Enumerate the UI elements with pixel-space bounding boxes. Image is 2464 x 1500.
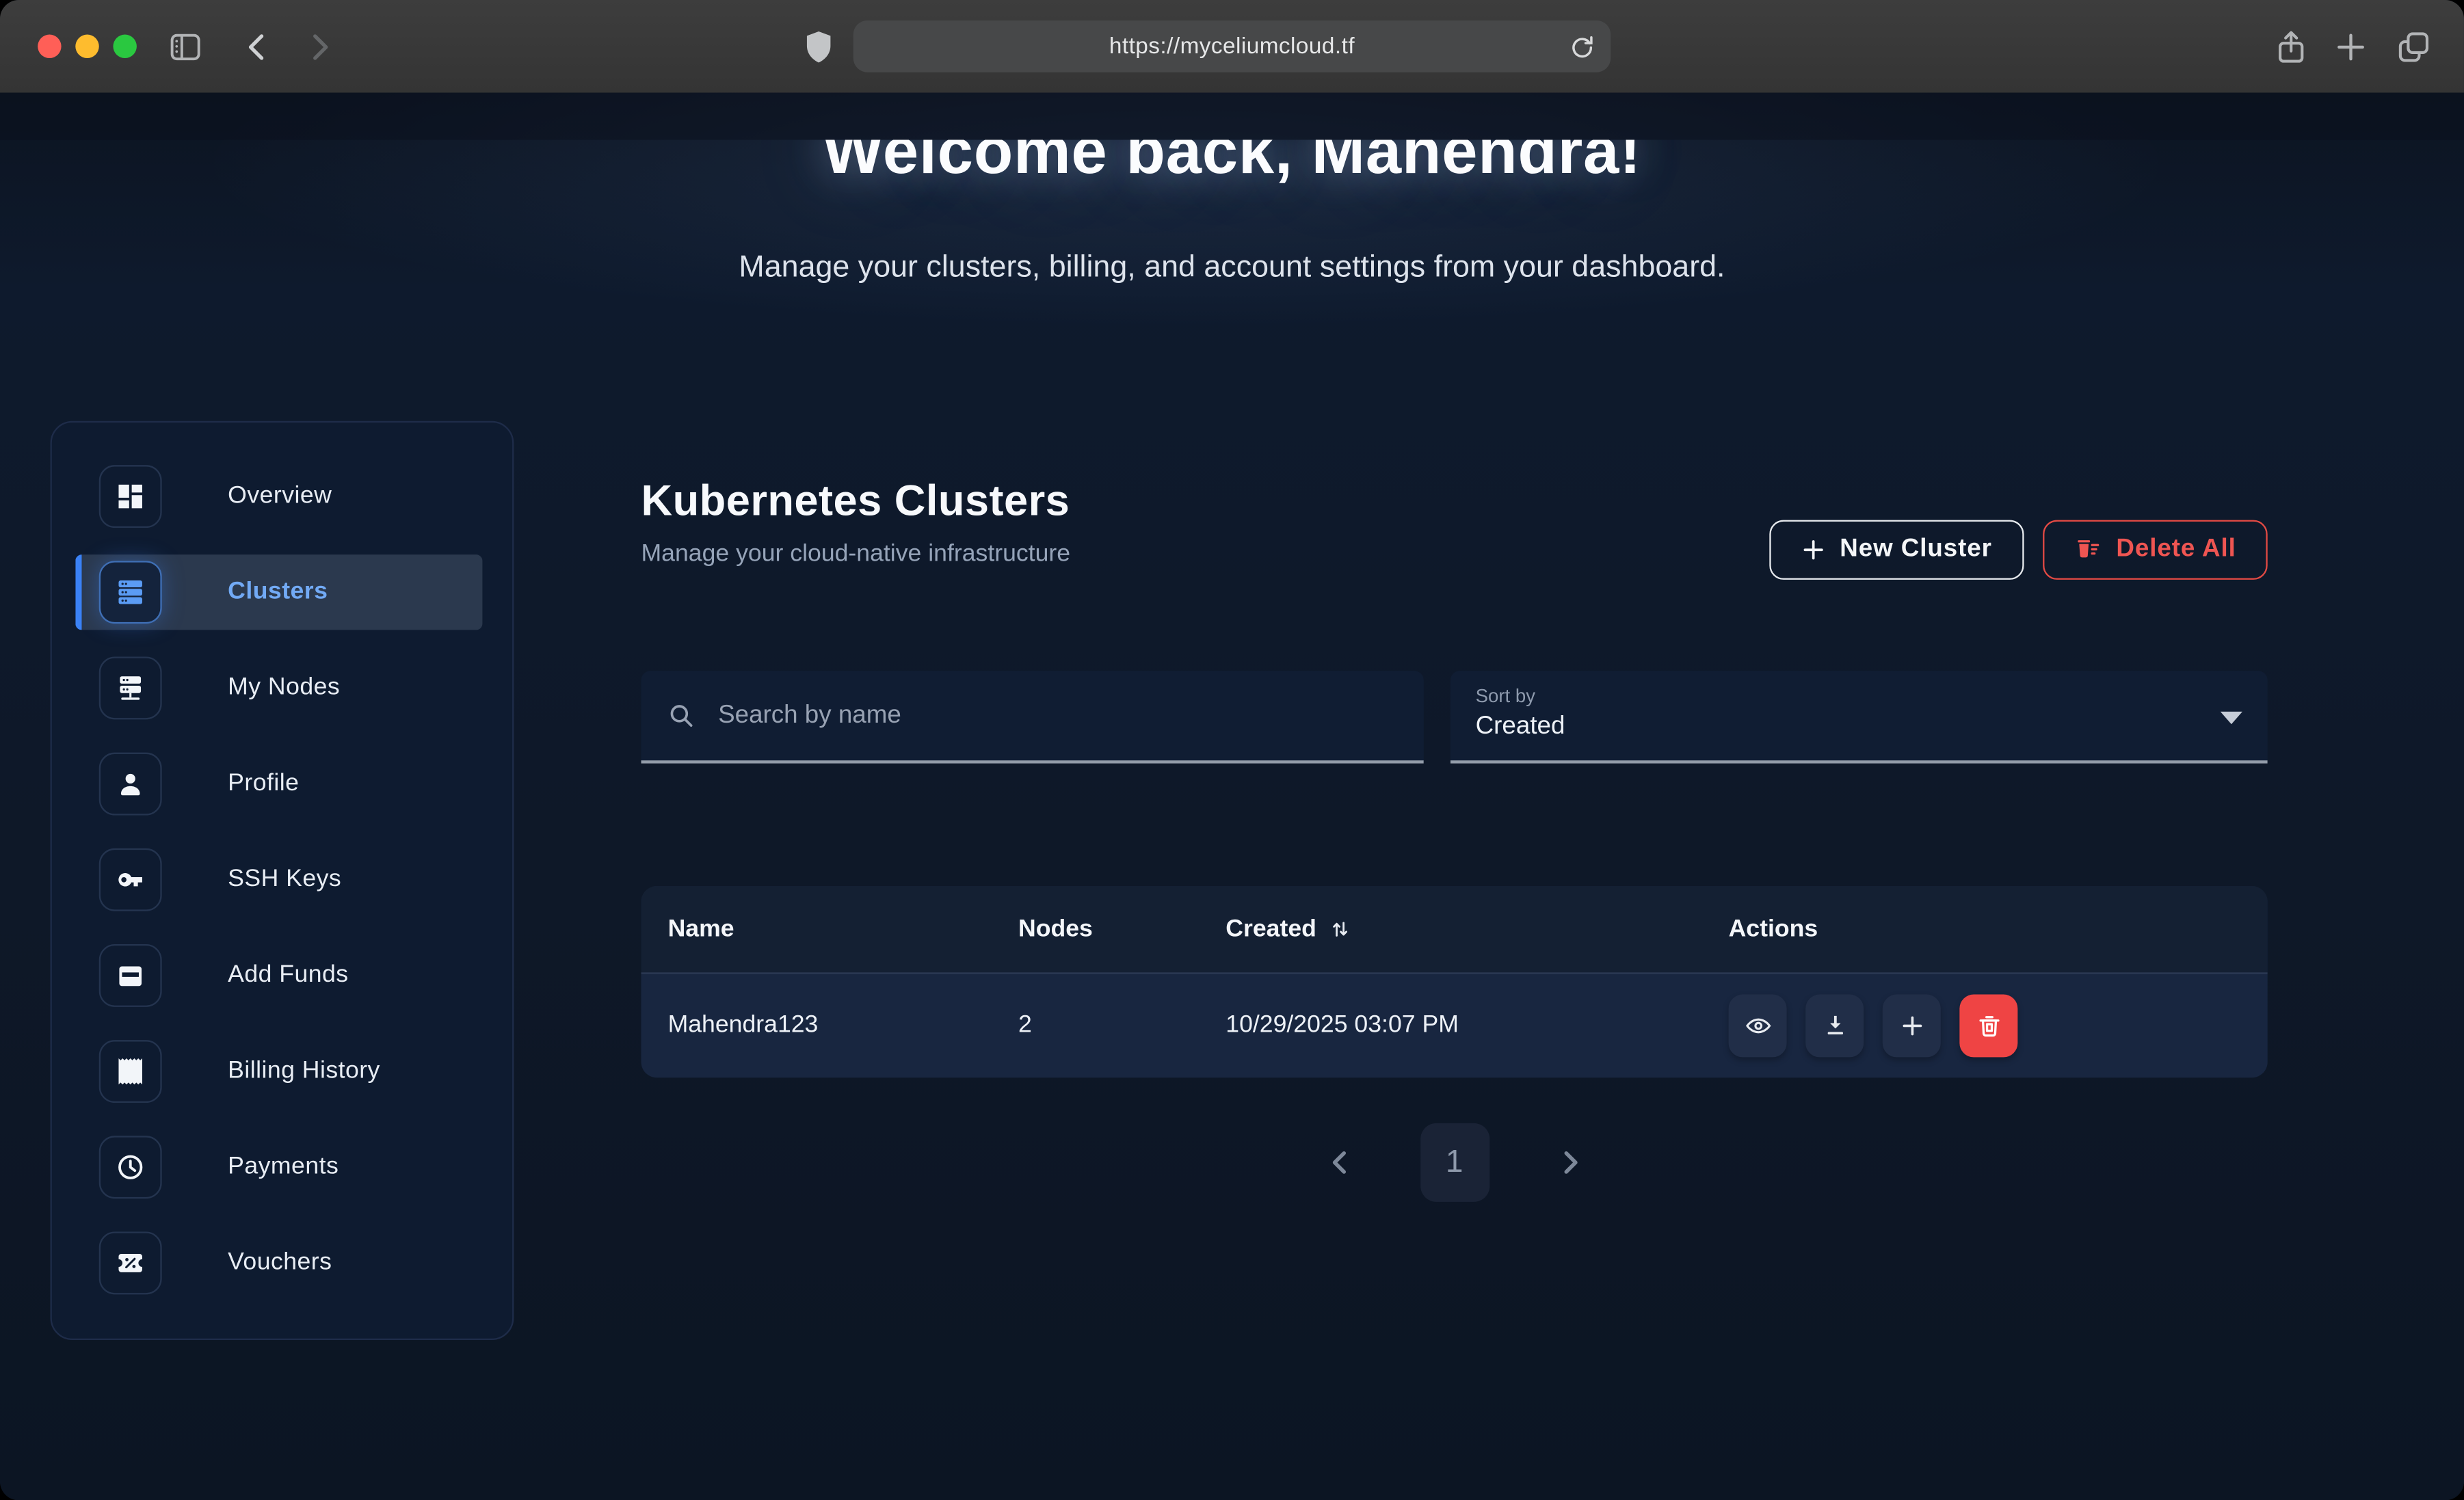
server-stack-icon xyxy=(99,561,162,624)
sidebar-item-label: My Nodes xyxy=(228,674,340,702)
page-number-button[interactable]: 1 xyxy=(1420,1123,1489,1202)
sidebar-nav: Overview Clusters xyxy=(51,421,514,1340)
sidebar-item-label: Clusters xyxy=(228,578,328,606)
back-icon[interactable] xyxy=(237,27,278,68)
download-kubeconfig-button[interactable] xyxy=(1805,995,1864,1058)
sidebar-item-label: Profile xyxy=(228,770,299,798)
column-header-created[interactable]: Created xyxy=(1226,915,1728,943)
sort-updown-icon xyxy=(1327,918,1351,941)
search-input[interactable] xyxy=(715,700,1399,732)
delete-sweep-icon xyxy=(2074,536,2102,564)
sidebar-item-label: Billing History xyxy=(228,1057,380,1085)
page-title: Kubernetes Clusters xyxy=(641,476,2268,526)
app: https://myceliumcloud.tf xyxy=(0,0,2464,1500)
new-cluster-button[interactable]: New Cluster xyxy=(1769,520,2024,580)
download-icon xyxy=(1820,1012,1849,1040)
header-actions: New Cluster Delete All xyxy=(1769,520,2268,580)
privacy-shield-icon[interactable] xyxy=(798,27,839,68)
add-node-button[interactable] xyxy=(1883,995,1941,1058)
traffic-lights xyxy=(38,35,137,58)
sidebar-item-label: Vouchers xyxy=(228,1249,332,1277)
forward-icon[interactable] xyxy=(299,27,340,68)
chevron-left-icon xyxy=(1323,1145,1357,1180)
welcome-heading: Welcome back, Mahendra! xyxy=(0,140,2464,189)
sidebar-item-label: Add Funds xyxy=(228,961,348,989)
new-cluster-label: New Cluster xyxy=(1840,536,1992,564)
clock-icon xyxy=(99,1136,162,1198)
table-header: Name Nodes Created Actions xyxy=(641,886,2268,974)
pagination: 1 xyxy=(641,1123,2268,1202)
search-icon xyxy=(666,701,696,731)
key-icon xyxy=(99,848,162,911)
nodes-rack-icon xyxy=(99,656,162,719)
sort-label: Sort by xyxy=(1476,685,2242,707)
cluster-name: Mahendra123 xyxy=(668,1012,1018,1040)
sidebar-toggle-icon[interactable] xyxy=(165,27,206,68)
sidebar-item-ssh-keys[interactable]: SSH Keys xyxy=(75,842,482,918)
row-actions xyxy=(1729,995,2268,1058)
trash-icon xyxy=(1974,1012,2002,1040)
view-cluster-button[interactable] xyxy=(1729,995,1787,1058)
clusters-table: Name Nodes Created Actions Mahendra12 xyxy=(641,886,2268,1077)
url-text: https://myceliumcloud.tf xyxy=(1109,34,1355,59)
delete-all-label: Delete All xyxy=(2116,536,2236,564)
sidebar-item-payments[interactable]: Payments xyxy=(75,1129,482,1205)
new-tab-icon[interactable] xyxy=(2331,27,2372,68)
close-window-button[interactable] xyxy=(38,35,61,58)
top-strip xyxy=(0,93,2464,140)
share-icon[interactable] xyxy=(2270,27,2311,68)
plus-icon xyxy=(1801,537,1826,563)
plus-icon xyxy=(1898,1012,1926,1040)
person-icon xyxy=(99,753,162,816)
dashboard-page: Welcome back, Mahendra! Manage your clus… xyxy=(0,93,2464,1500)
main-content: Kubernetes Clusters Manage your cloud-na… xyxy=(641,476,2268,1497)
sort-dropdown[interactable]: Sort by Created xyxy=(1450,671,2268,764)
column-header-name: Name xyxy=(668,915,1018,943)
browser-window: https://myceliumcloud.tf xyxy=(0,0,2464,1500)
cluster-created: 10/29/2025 03:07 PM xyxy=(1226,1012,1728,1040)
reload-icon[interactable] xyxy=(1567,31,1597,62)
tab-overview-icon[interactable] xyxy=(2394,27,2435,68)
next-page-button[interactable] xyxy=(1548,1142,1589,1183)
eye-icon xyxy=(1743,1012,1771,1040)
cluster-nodes: 2 xyxy=(1018,1012,1226,1040)
sidebar-item-label: SSH Keys xyxy=(228,866,341,894)
sidebar-item-clusters[interactable]: Clusters xyxy=(75,554,482,630)
sidebar-item-label: Payments xyxy=(228,1153,339,1181)
sort-value: Created xyxy=(1476,713,2242,741)
sidebar-item-label: Overview xyxy=(228,482,332,510)
browser-chrome: https://myceliumcloud.tf xyxy=(0,0,2464,94)
sidebar-item-vouchers[interactable]: Vouchers xyxy=(75,1225,482,1300)
voucher-ticket-icon xyxy=(99,1231,162,1294)
sidebar-item-profile[interactable]: Profile xyxy=(75,746,482,821)
sidebar-item-my-nodes[interactable]: My Nodes xyxy=(75,650,482,725)
hero-section: Welcome back, Mahendra! xyxy=(0,140,2464,313)
table-row: Mahendra123 2 10/29/2025 03:07 PM xyxy=(641,974,2268,1078)
receipt-icon xyxy=(99,1040,162,1103)
column-header-actions: Actions xyxy=(1729,915,2268,943)
delete-all-button[interactable]: Delete All xyxy=(2042,520,2267,580)
wallet-icon xyxy=(99,944,162,1007)
dashboard-grid-icon xyxy=(99,465,162,528)
column-header-nodes: Nodes xyxy=(1018,915,1226,943)
sidebar-item-billing-history[interactable]: Billing History xyxy=(75,1034,482,1109)
sidebar-item-overview[interactable]: Overview xyxy=(75,459,482,534)
welcome-subtitle: Manage your clusters, billing, and accou… xyxy=(0,250,2464,286)
chevron-right-icon xyxy=(1552,1145,1587,1180)
url-bar[interactable]: https://myceliumcloud.tf xyxy=(853,21,1611,72)
delete-cluster-button[interactable] xyxy=(1959,995,2017,1058)
previous-page-button[interactable] xyxy=(1319,1142,1360,1183)
zoom-window-button[interactable] xyxy=(113,35,136,58)
minimize-window-button[interactable] xyxy=(75,35,98,58)
search-field[interactable] xyxy=(641,671,1424,764)
sidebar-item-add-funds[interactable]: Add Funds xyxy=(75,938,482,1013)
chevron-down-icon xyxy=(2221,712,2242,724)
